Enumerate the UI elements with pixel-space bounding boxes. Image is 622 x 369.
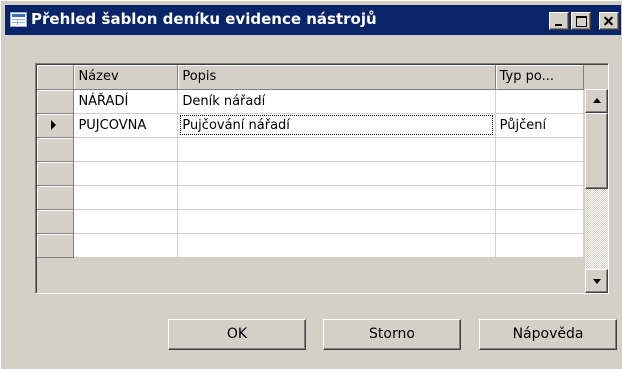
- row-selector[interactable]: [37, 89, 75, 114]
- cell-description[interactable]: [177, 233, 496, 258]
- dialog-window: Přehled šablon deníku evidence nástrojů …: [0, 0, 622, 369]
- close-button[interactable]: [599, 12, 619, 30]
- column-header-name[interactable]: Název: [73, 65, 179, 90]
- cell-description[interactable]: [177, 185, 496, 210]
- cell-type[interactable]: [495, 185, 584, 210]
- cell-description[interactable]: [177, 161, 496, 186]
- table-row[interactable]: [37, 233, 608, 258]
- row-selector[interactable]: [37, 113, 75, 138]
- minimize-button[interactable]: [549, 12, 569, 30]
- cell-name[interactable]: PUJCOVNA: [73, 113, 179, 138]
- cell-type[interactable]: [495, 89, 584, 114]
- cell-name[interactable]: [73, 233, 179, 258]
- scroll-down-button[interactable]: [585, 269, 608, 293]
- cell-name[interactable]: [73, 209, 179, 234]
- table-row[interactable]: PUJCOVNA Pujčování nářadí Půjčení: [37, 113, 608, 138]
- cell-description[interactable]: Pujčování nářadí: [177, 113, 496, 138]
- table-row[interactable]: NÁŘADÍ Deník nářadí: [37, 89, 608, 114]
- window-title: Přehled šablon deníku evidence nástrojů: [31, 10, 377, 28]
- cell-type[interactable]: [495, 161, 584, 186]
- help-button[interactable]: Nápověda: [479, 319, 617, 350]
- row-selector-header: [37, 65, 75, 90]
- row-selector[interactable]: [37, 185, 75, 210]
- row-selector[interactable]: [37, 137, 75, 162]
- scroll-thumb[interactable]: [585, 113, 608, 189]
- column-header-type[interactable]: Typ po...: [495, 65, 584, 90]
- cell-type[interactable]: Půjčení: [495, 113, 584, 138]
- maximize-button[interactable]: [571, 12, 591, 30]
- header-filler: [583, 65, 608, 89]
- template-grid[interactable]: Název Popis Typ po... NÁŘADÍ Deník nářadí…: [35, 63, 609, 294]
- cell-name[interactable]: [73, 137, 179, 162]
- cancel-button[interactable]: Storno: [323, 319, 461, 350]
- row-selector[interactable]: [37, 209, 75, 234]
- vertical-scrollbar[interactable]: [585, 89, 608, 293]
- cell-name[interactable]: [73, 185, 179, 210]
- ok-button[interactable]: OK: [168, 319, 306, 350]
- cell-name[interactable]: NÁŘADÍ: [73, 89, 179, 114]
- table-row[interactable]: [37, 185, 608, 210]
- cell-name[interactable]: [73, 161, 179, 186]
- title-bar[interactable]: Přehled šablon deníku evidence nástrojů: [5, 5, 621, 35]
- cell-description[interactable]: Deník nářadí: [177, 89, 496, 114]
- table-row[interactable]: [37, 161, 608, 186]
- table-icon: [10, 12, 27, 27]
- template-table: Název Popis Typ po... NÁŘADÍ Deník nářadí…: [37, 65, 608, 258]
- column-header-description[interactable]: Popis: [177, 65, 496, 90]
- cell-description[interactable]: [177, 137, 496, 162]
- table-row[interactable]: [37, 137, 608, 162]
- scroll-up-button[interactable]: [585, 89, 608, 113]
- row-selector[interactable]: [37, 161, 75, 186]
- cell-type[interactable]: [495, 233, 584, 258]
- cell-type[interactable]: [495, 209, 584, 234]
- cell-type[interactable]: [495, 137, 584, 162]
- row-selector[interactable]: [37, 233, 75, 258]
- table-row[interactable]: [37, 209, 608, 234]
- current-row-arrow-icon: [51, 120, 56, 130]
- cell-description[interactable]: [177, 209, 496, 234]
